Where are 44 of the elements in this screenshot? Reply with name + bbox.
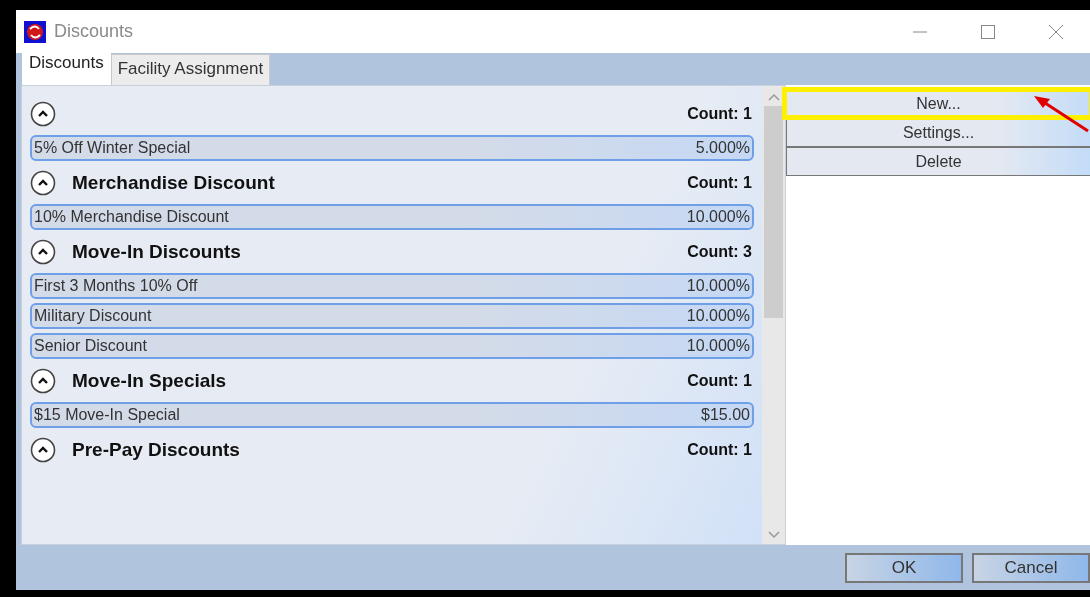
group-count: Count: 1 xyxy=(687,105,752,123)
dialog-button[interactable]: OK xyxy=(845,552,963,583)
group-title: Merchandise Discount xyxy=(72,172,275,194)
group-count: Count: 1 xyxy=(687,174,752,192)
close-icon[interactable] xyxy=(1048,23,1064,40)
discount-name: Senior Discount xyxy=(34,337,147,355)
discount-value: 10.000% xyxy=(686,337,750,355)
scrollbar[interactable] xyxy=(762,86,785,544)
tab[interactable]: Facility Assignment xyxy=(110,54,271,85)
collapse-icon[interactable] xyxy=(30,239,56,265)
discount-name: 10% Merchandise Discount xyxy=(34,208,229,226)
discount-value: 5.000% xyxy=(695,139,750,157)
discount-name: 5% Off Winter Special xyxy=(34,139,191,157)
discount-row[interactable]: $15 Move-In Special $15.00 xyxy=(30,402,754,428)
discount-name: Military Discount xyxy=(34,307,152,325)
group-title: Move-In Discounts xyxy=(72,241,241,263)
group-title: Move-In Specials xyxy=(72,370,227,392)
discount-name: First 3 Months 10% Off xyxy=(34,277,198,295)
collapse-icon[interactable] xyxy=(30,368,56,394)
dialog-button[interactable]: Cancel xyxy=(972,552,1090,583)
discount-row[interactable]: Military Discount 10.000% xyxy=(30,303,754,329)
window-title: Discounts xyxy=(54,21,134,42)
scroll-down-icon[interactable] xyxy=(766,530,781,540)
collapse-icon[interactable] xyxy=(30,170,56,196)
group-count: Count: 3 xyxy=(687,243,752,261)
discount-row[interactable]: Senior Discount 10.000% xyxy=(30,333,754,359)
discount-value: 10.000% xyxy=(686,277,750,295)
group-count: Count: 1 xyxy=(687,441,752,459)
app-logo-icon xyxy=(24,20,46,43)
discount-value: $15.00 xyxy=(701,406,750,424)
discount-row[interactable]: 5% Off Winter Special 5.000% xyxy=(30,135,754,161)
action-button[interactable]: Settings... xyxy=(786,118,1090,147)
collapse-icon[interactable] xyxy=(30,437,56,463)
action-button[interactable]: Delete xyxy=(786,147,1090,176)
scroll-up-icon[interactable] xyxy=(766,92,781,102)
discount-name: $15 Move-In Special xyxy=(34,406,180,424)
discount-value: 10.000% xyxy=(686,307,750,325)
discount-row[interactable]: 10% Merchandise Discount 10.000% xyxy=(30,204,754,230)
group-count: Count: 1 xyxy=(687,372,752,390)
discount-value: 10.000% xyxy=(686,208,750,226)
collapse-icon[interactable] xyxy=(30,101,56,127)
group-title: Pre-Pay Discounts xyxy=(72,439,240,461)
maximize-icon[interactable] xyxy=(980,23,996,40)
discount-row[interactable]: First 3 Months 10% Off 10.000% xyxy=(30,273,754,299)
